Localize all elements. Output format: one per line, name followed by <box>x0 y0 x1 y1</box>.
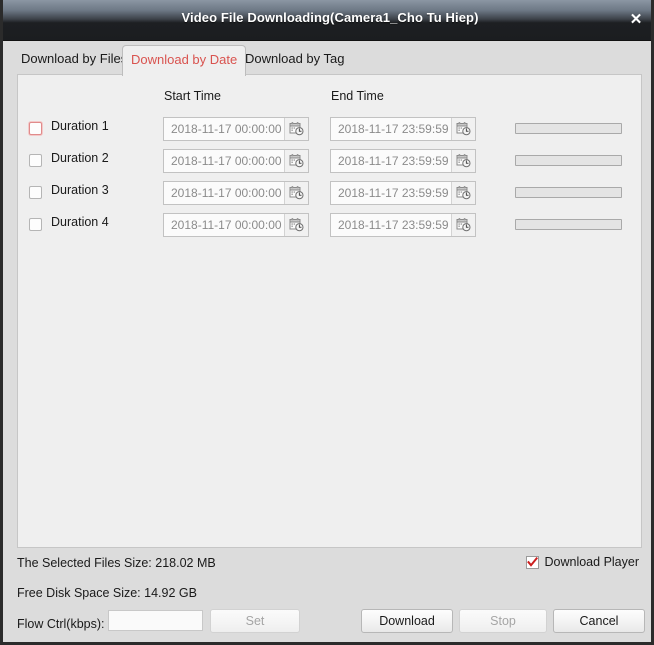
flow-ctrl-input[interactable] <box>108 610 203 631</box>
calendar-icon[interactable] <box>451 150 475 172</box>
end-time-field-1[interactable]: 2018-11-17 23:59:59 <box>330 117 476 141</box>
tab-download-by-files[interactable]: Download by Files <box>13 45 135 75</box>
duration-checkbox-3[interactable] <box>29 186 42 199</box>
duration-row: Duration 4 2018-11-17 00:00:00 2018-11-1… <box>18 211 641 243</box>
window-title: Video File Downloading(Camera1_Cho Tu Hi… <box>181 10 479 25</box>
start-time-value-1: 2018-11-17 00:00:00 <box>171 122 282 136</box>
calendar-icon[interactable] <box>451 118 475 140</box>
duration-checkbox-2[interactable] <box>29 154 42 167</box>
end-time-value-2: 2018-11-17 23:59:59 <box>338 154 449 168</box>
flow-ctrl-label: Flow Ctrl(kbps): <box>17 617 105 631</box>
cancel-button[interactable]: Cancel <box>553 609 645 633</box>
video-file-downloading-dialog: Video File Downloading(Camera1_Cho Tu Hi… <box>0 0 654 645</box>
duration-label-2: Duration 2 <box>51 151 109 165</box>
start-time-field-3[interactable]: 2018-11-17 00:00:00 <box>163 181 309 205</box>
tab-download-by-tag[interactable]: Download by Tag <box>237 45 353 75</box>
download-button[interactable]: Download <box>361 609 453 633</box>
duration-row: Duration 3 2018-11-17 00:00:00 2018-11-1… <box>18 179 641 211</box>
column-header-start-time: Start Time <box>164 89 221 103</box>
download-by-date-panel: Start Time End Time Duration 1 2018-11-1… <box>17 74 642 548</box>
download-progress-bar-4 <box>515 219 622 230</box>
duration-label-4: Duration 4 <box>51 215 109 229</box>
calendar-icon[interactable] <box>284 118 308 140</box>
title-bar: Video File Downloading(Camera1_Cho Tu Hi… <box>3 0 651 41</box>
start-time-value-4: 2018-11-17 00:00:00 <box>171 218 282 232</box>
start-time-value-2: 2018-11-17 00:00:00 <box>171 154 282 168</box>
duration-row: Duration 2 2018-11-17 00:00:00 2018-11-1… <box>18 147 641 179</box>
end-time-field-4[interactable]: 2018-11-17 23:59:59 <box>330 213 476 237</box>
end-time-field-3[interactable]: 2018-11-17 23:59:59 <box>330 181 476 205</box>
download-player-label: Download Player <box>544 555 640 569</box>
download-progress-bar-1 <box>515 123 622 134</box>
end-time-value-1: 2018-11-17 23:59:59 <box>338 122 449 136</box>
start-time-field-4[interactable]: 2018-11-17 00:00:00 <box>163 213 309 237</box>
set-button[interactable]: Set <box>210 609 300 633</box>
start-time-field-2[interactable]: 2018-11-17 00:00:00 <box>163 149 309 173</box>
calendar-icon[interactable] <box>451 214 475 236</box>
tab-bar: Download by Files Download by Date Downl… <box>3 41 651 76</box>
calendar-icon[interactable] <box>284 182 308 204</box>
start-time-field-1[interactable]: 2018-11-17 00:00:00 <box>163 117 309 141</box>
duration-checkbox-1[interactable] <box>29 122 42 135</box>
stop-button[interactable]: Stop <box>459 609 547 633</box>
calendar-icon[interactable] <box>451 182 475 204</box>
checkmark-icon <box>525 555 539 569</box>
end-time-field-2[interactable]: 2018-11-17 23:59:59 <box>330 149 476 173</box>
end-time-value-4: 2018-11-17 23:59:59 <box>338 218 449 232</box>
download-progress-bar-3 <box>515 187 622 198</box>
free-disk-space-text: Free Disk Space Size: 14.92 GB <box>17 586 197 600</box>
download-player-checkbox[interactable]: Download Player <box>525 554 640 570</box>
calendar-icon[interactable] <box>284 150 308 172</box>
duration-label-1: Duration 1 <box>51 119 109 133</box>
duration-row: Duration 1 2018-11-17 00:00:00 2018-11-1… <box>18 115 641 147</box>
tab-download-by-date[interactable]: Download by Date <box>122 45 247 76</box>
duration-label-3: Duration 3 <box>51 183 109 197</box>
selected-files-size-text: The Selected Files Size: 218.02 MB <box>17 556 216 570</box>
start-time-value-3: 2018-11-17 00:00:00 <box>171 186 282 200</box>
end-time-value-3: 2018-11-17 23:59:59 <box>338 186 449 200</box>
download-progress-bar-2 <box>515 155 622 166</box>
duration-checkbox-4[interactable] <box>29 218 42 231</box>
column-header-end-time: End Time <box>331 89 384 103</box>
close-icon[interactable]: ✕ <box>625 9 647 31</box>
calendar-icon[interactable] <box>284 214 308 236</box>
